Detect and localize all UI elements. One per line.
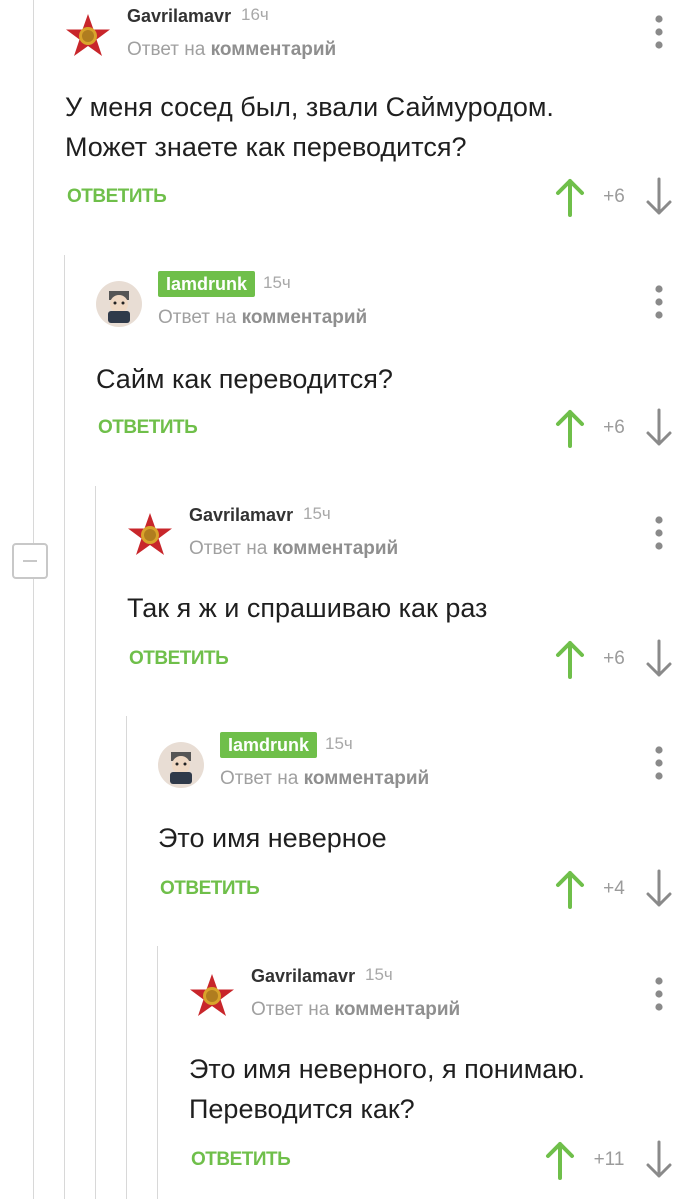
comment: Iamdrunk 15ч Ответ на комментарий Это им… (158, 732, 700, 962)
cartoon-avatar-icon[interactable] (158, 742, 204, 788)
comment: Iamdrunk 15ч Ответ на комментарий Сайм к… (96, 271, 700, 501)
collapse-thread-button[interactable] (12, 543, 48, 579)
red-star-icon[interactable] (65, 13, 111, 59)
upvote-arrow-icon[interactable] (542, 1140, 578, 1180)
comment-text: Так я ж и спрашиваю как раз (127, 593, 488, 623)
upvote-arrow-icon[interactable] (552, 408, 588, 448)
thread-line (64, 255, 65, 1199)
author-name[interactable]: Iamdrunk (220, 732, 318, 758)
author-name[interactable]: Gavrilamavr (251, 963, 355, 989)
comment-text: Это имя неверного, я понимаю. Переводитс… (189, 1054, 586, 1124)
vote-score: +6 (603, 186, 625, 207)
red-star-icon[interactable] (189, 973, 235, 1019)
vote-score: +6 (603, 648, 625, 669)
reply-to-label[interactable]: Ответ на комментарий (189, 538, 398, 560)
reply-button[interactable]: ОТВЕТИТЬ (98, 417, 198, 439)
reply-to-label[interactable]: Ответ на комментарий (158, 307, 367, 329)
more-options-icon[interactable] (654, 746, 664, 780)
downvote-arrow-icon[interactable] (644, 408, 674, 448)
reply-to-label[interactable]: Ответ на комментарий (127, 39, 336, 61)
more-options-icon[interactable] (654, 15, 664, 49)
upvote-arrow-icon[interactable] (552, 869, 588, 909)
more-options-icon[interactable] (654, 977, 664, 1011)
vote-score: +4 (603, 878, 625, 899)
reply-button[interactable]: ОТВЕТИТЬ (129, 648, 229, 670)
downvote-arrow-icon[interactable] (644, 869, 674, 909)
comment: Gavrilamavr 16ч Ответ на комментарий У м… (65, 3, 700, 233)
red-star-icon[interactable] (127, 512, 173, 558)
timestamp: 15ч (263, 273, 291, 292)
timestamp: 15ч (365, 965, 393, 984)
author-name[interactable]: Gavrilamavr (127, 3, 231, 29)
timestamp: 15ч (303, 504, 331, 523)
comment-text: У меня сосед был, звали Саймуродом. Може… (65, 92, 554, 162)
thread-line (157, 946, 158, 1199)
reply-to-label[interactable]: Ответ на комментарий (251, 999, 460, 1021)
author-name[interactable]: Gavrilamavr (189, 502, 293, 528)
reply-to-label[interactable]: Ответ на комментарий (220, 768, 429, 790)
downvote-arrow-icon[interactable] (644, 639, 674, 679)
cartoon-avatar-icon[interactable] (96, 281, 142, 327)
timestamp: 15ч (325, 734, 353, 753)
vote-score: +6 (603, 417, 625, 438)
reply-button[interactable]: ОТВЕТИТЬ (160, 878, 260, 900)
thread-line (33, 0, 34, 1199)
vote-score: +11 (593, 1149, 625, 1170)
downvote-arrow-icon[interactable] (644, 177, 674, 217)
more-options-icon[interactable] (654, 516, 664, 550)
more-options-icon[interactable] (654, 285, 664, 319)
reply-button[interactable]: ОТВЕТИТЬ (191, 1149, 291, 1171)
reply-button[interactable]: ОТВЕТИТЬ (67, 186, 167, 208)
comment-text: Это имя неверное (158, 823, 387, 853)
thread-line (126, 716, 127, 1199)
downvote-arrow-icon[interactable] (644, 1140, 674, 1180)
thread-line (95, 486, 96, 1199)
comment: Gavrilamavr 15ч Ответ на комментарий Так… (127, 502, 700, 732)
comment: Gavrilamavr 15ч Ответ на комментарий Это… (189, 963, 700, 1193)
upvote-arrow-icon[interactable] (552, 177, 588, 217)
author-name[interactable]: Iamdrunk (158, 271, 256, 297)
timestamp: 16ч (241, 5, 269, 24)
comment-text: Сайм как переводится? (96, 364, 393, 394)
upvote-arrow-icon[interactable] (552, 639, 588, 679)
